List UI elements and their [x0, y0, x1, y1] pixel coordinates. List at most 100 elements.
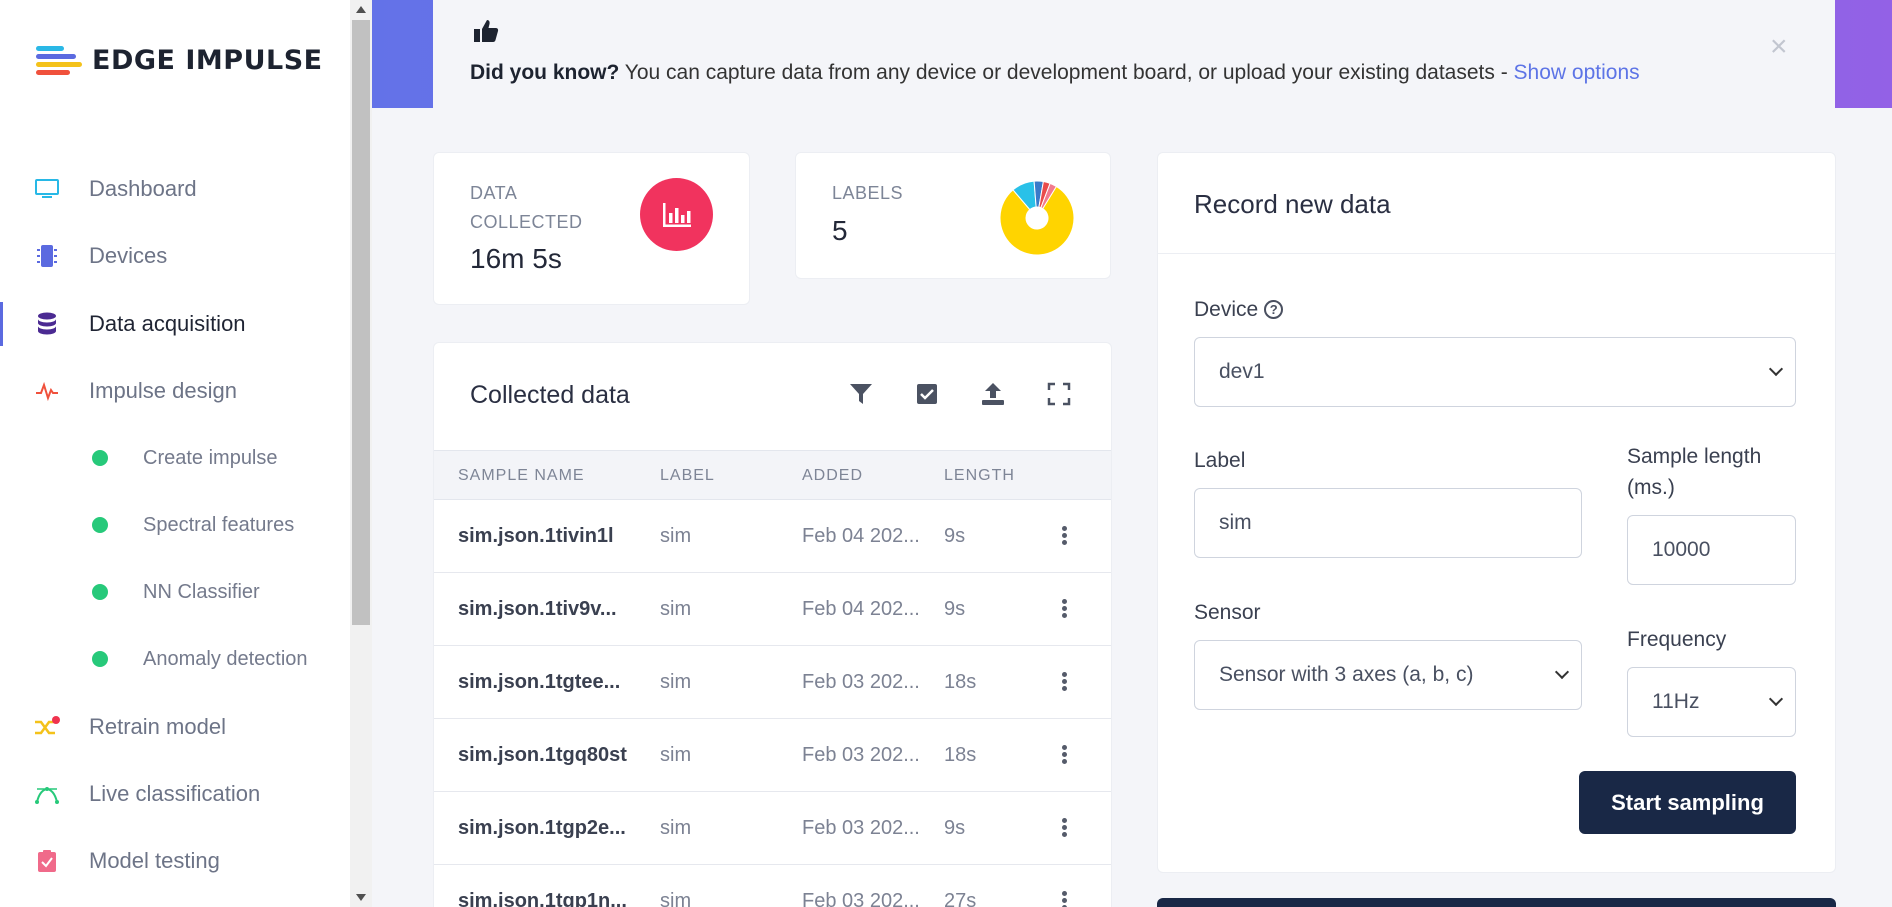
- brand-name: EDGE IMPULSE: [92, 44, 323, 76]
- sidebar: EDGE IMPULSE Dashboard Devices Data acqu…: [0, 0, 350, 907]
- sample-added: Feb 04 202...: [802, 598, 920, 620]
- labels-label: LABELS: [832, 183, 904, 203]
- sample-length-input[interactable]: 10000: [1627, 515, 1796, 585]
- chevron-down-icon: [1768, 691, 1784, 707]
- upload-icon[interactable]: [980, 381, 1006, 407]
- sidebar-item-dashboard[interactable]: Dashboard: [0, 161, 350, 217]
- start-sampling-button[interactable]: Start sampling: [1579, 771, 1796, 834]
- sample-length: 18s: [944, 671, 977, 693]
- record-new-data-card: Record new data Device? dev1 Label sim S…: [1157, 152, 1836, 873]
- monitor-icon: [34, 176, 60, 202]
- column-header-length[interactable]: LENGTH: [944, 467, 1015, 485]
- status-dot-icon: [92, 651, 108, 667]
- pulse-icon: [34, 378, 60, 404]
- column-header-added[interactable]: ADDED: [802, 467, 863, 485]
- table-row[interactable]: sim.json.1tivin1l sim Feb 04 202... 9s: [434, 500, 1111, 573]
- sidebar-subitem-nn-classifier[interactable]: NN Classifier: [0, 564, 350, 620]
- logo[interactable]: EDGE IMPULSE: [36, 44, 323, 76]
- clipboard-check-icon: [34, 848, 60, 874]
- sidebar-scrollbar[interactable]: [350, 0, 372, 907]
- sample-label: sim: [660, 890, 692, 907]
- sample-label: sim: [660, 744, 692, 766]
- data-collected-card: DATA COLLECTED 16m 5s: [433, 152, 750, 305]
- help-icon[interactable]: ?: [1264, 300, 1284, 319]
- label-input-value: sim: [1219, 511, 1252, 534]
- frequency-value: 11Hz: [1652, 690, 1700, 713]
- sensor-select[interactable]: Sensor with 3 axes (a, b, c): [1194, 640, 1582, 710]
- filter-icon[interactable]: [848, 381, 874, 407]
- edge-impulse-logo-icon: [36, 44, 82, 76]
- show-options-link[interactable]: Show options: [1514, 61, 1640, 84]
- data-collected-value: 16m 5s: [470, 243, 562, 274]
- close-icon[interactable]: ×: [1770, 32, 1788, 62]
- scroll-up-arrow-icon[interactable]: [356, 6, 366, 13]
- sidebar-item-retrain-model[interactable]: Retrain model: [0, 699, 350, 755]
- chevron-down-icon: [1554, 664, 1570, 680]
- banner-body-text: You can capture data from any device or …: [619, 61, 1514, 84]
- table-row[interactable]: sim.json.1tgp2e... sim Feb 03 202... 9s: [434, 792, 1111, 865]
- row-menu-icon[interactable]: [1062, 526, 1068, 546]
- table-row[interactable]: sim.json.1tgp1n... sim Feb 03 202... 27s: [434, 865, 1111, 907]
- row-menu-icon[interactable]: [1062, 599, 1068, 619]
- device-label: Device?: [1194, 294, 1284, 325]
- sidebar-item-label: Devices: [89, 243, 168, 268]
- table-row[interactable]: sim.json.1tgq80st sim Feb 03 202... 18s: [434, 719, 1111, 792]
- sample-label: sim: [660, 817, 692, 839]
- frequency-select[interactable]: 11Hz: [1627, 667, 1796, 737]
- sample-length-label: Sample length (ms.): [1627, 445, 1762, 499]
- scroll-down-arrow-icon[interactable]: [356, 894, 366, 901]
- sensor-label: Sensor: [1194, 601, 1261, 624]
- sample-length-value: 10000: [1652, 538, 1711, 561]
- column-header-sample-name[interactable]: SAMPLE NAME: [458, 467, 585, 485]
- label-field-label: Label: [1194, 449, 1246, 472]
- table-row[interactable]: sim.json.1tiv9v... sim Feb 04 202... 9s: [434, 573, 1111, 646]
- sidebar-subitem-label: Anomaly detection: [143, 647, 308, 670]
- sidebar-item-label: Live classification: [89, 781, 261, 806]
- frequency-label: Frequency: [1627, 628, 1727, 651]
- sidebar-item-model-testing[interactable]: Model testing: [0, 833, 350, 889]
- sidebar-item-impulse-design[interactable]: Impulse design: [0, 363, 350, 419]
- sample-length: 27s: [944, 890, 977, 907]
- sidebar-subitem-label: NN Classifier: [143, 580, 260, 603]
- bar-chart-icon: [640, 178, 713, 251]
- sample-length: 9s: [944, 817, 966, 839]
- sample-added: Feb 03 202...: [802, 744, 920, 766]
- device-select[interactable]: dev1: [1194, 337, 1796, 407]
- next-card-header: [1157, 898, 1836, 907]
- row-menu-icon[interactable]: [1062, 818, 1068, 838]
- status-dot-icon: [92, 517, 108, 533]
- status-dot-icon: [92, 450, 108, 466]
- sidebar-item-label: Impulse design: [89, 378, 237, 403]
- sample-label: sim: [660, 671, 692, 693]
- labels-donut-chart: [999, 180, 1075, 256]
- sidebar-subitem-spectral-features[interactable]: Spectral features: [0, 497, 350, 553]
- sample-added: Feb 04 202...: [802, 525, 920, 547]
- sidebar-item-label: Dashboard: [89, 176, 197, 201]
- sample-length: 9s: [944, 598, 966, 620]
- labels-card: LABELS 5: [795, 152, 1111, 279]
- column-header-label[interactable]: LABEL: [660, 467, 715, 485]
- table-row[interactable]: sim.json.1tgtee... sim Feb 03 202... 18s: [434, 646, 1111, 719]
- info-banner-body: [433, 0, 1835, 108]
- sidebar-item-label: Retrain model: [89, 714, 226, 739]
- sidebar-item-live-classification[interactable]: Live classification: [0, 766, 350, 822]
- sidebar-item-label: Data acquisition: [89, 311, 246, 336]
- collected-data-title: Collected data: [470, 381, 630, 409]
- row-menu-icon[interactable]: [1062, 891, 1068, 907]
- expand-icon[interactable]: [1046, 381, 1072, 407]
- scrollbar-thumb[interactable]: [352, 20, 370, 625]
- check-square-icon[interactable]: [914, 381, 940, 407]
- row-menu-icon[interactable]: [1062, 745, 1068, 765]
- thumbs-up-icon: [473, 18, 499, 44]
- database-icon: [34, 311, 60, 337]
- sidebar-subitem-anomaly-detection[interactable]: Anomaly detection: [0, 631, 350, 687]
- sample-label: sim: [660, 525, 692, 547]
- row-menu-icon[interactable]: [1062, 672, 1068, 692]
- sample-length: 18s: [944, 744, 977, 766]
- data-collected-label: DATA COLLECTED: [470, 183, 583, 232]
- label-input[interactable]: sim: [1194, 488, 1582, 558]
- sidebar-item-data-acquisition[interactable]: Data acquisition: [0, 296, 350, 352]
- sidebar-item-devices[interactable]: Devices: [0, 228, 350, 284]
- sample-label: sim: [660, 598, 692, 620]
- sidebar-subitem-create-impulse[interactable]: Create impulse: [0, 430, 350, 486]
